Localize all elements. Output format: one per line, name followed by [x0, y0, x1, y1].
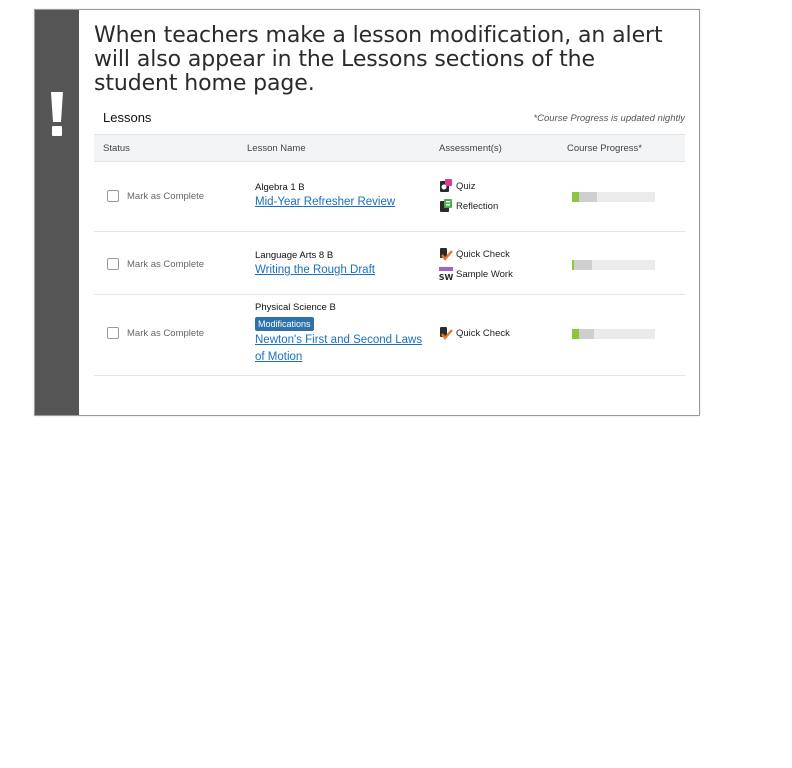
- mark-complete-label: Mark as Complete: [127, 327, 205, 339]
- course-name: Language Arts 8 B: [255, 250, 334, 261]
- progress-note: *Course Progress is updated nightly: [533, 113, 685, 124]
- assessment-label: Reflection: [456, 200, 499, 212]
- progress-in-progress: [574, 260, 592, 270]
- quick-check-icon: [440, 248, 453, 261]
- column-header-lesson-name: Lesson Name: [247, 143, 306, 154]
- alert-content: When teachers make a lesson modification…: [94, 10, 685, 376]
- mark-complete-label: Mark as Complete: [127, 190, 205, 202]
- mark-complete-control[interactable]: Mark as Complete: [107, 327, 204, 339]
- lesson-link[interactable]: Writing the Rough Draft: [255, 262, 375, 279]
- progress-in-progress: [578, 329, 595, 339]
- table-row: Mark as Complete Algebra 1 B Mid-Year Re…: [94, 162, 685, 232]
- column-header-status: Status: [103, 143, 130, 154]
- column-header-assessments: Assessment(s): [439, 143, 502, 154]
- assessment-sample-work[interactable]: SW Sample Work: [439, 264, 513, 284]
- exclamation-icon: [51, 92, 63, 136]
- table-header: Status Lesson Name Assessment(s) Course …: [94, 134, 685, 162]
- mark-complete-checkbox[interactable]: [107, 190, 119, 202]
- assessment-quiz[interactable]: Quiz: [439, 176, 498, 196]
- mark-complete-control[interactable]: Mark as Complete: [107, 190, 204, 202]
- lesson-cell: Algebra 1 B Mid-Year Refresher Review: [255, 181, 395, 211]
- progress-complete: [572, 329, 579, 339]
- course-progress-bar: [572, 260, 655, 270]
- quiz-icon: [440, 179, 452, 192]
- column-header-course-progress: Course Progress*: [567, 143, 642, 154]
- alert-card: When teachers make a lesson modification…: [34, 9, 700, 416]
- assessments-cell: Quiz Reflection: [439, 176, 498, 216]
- assessment-quick-check[interactable]: Quick Check: [439, 323, 510, 343]
- assessment-reflection[interactable]: Reflection: [439, 196, 498, 216]
- sample-work-icon: SW: [439, 267, 453, 281]
- mark-complete-control[interactable]: Mark as Complete: [107, 258, 204, 270]
- progress-complete: [572, 260, 575, 270]
- alert-sidebar: [35, 10, 79, 415]
- lessons-header: Lessons *Course Progress is updated nigh…: [94, 108, 685, 134]
- course-progress-bar: [572, 329, 655, 339]
- progress-in-progress: [578, 192, 597, 202]
- assessments-cell: Quick Check SW Sample Work: [439, 244, 513, 284]
- table-row: Mark as Complete Physical Science B Modi…: [94, 295, 685, 376]
- assessment-label: Sample Work: [456, 268, 513, 280]
- assessment-label: Quick Check: [456, 248, 510, 260]
- svg-text:SW: SW: [439, 273, 453, 281]
- course-name: Physical Science B: [255, 302, 336, 313]
- assessment-quick-check[interactable]: Quick Check: [439, 244, 513, 264]
- lessons-title: Lessons: [103, 110, 152, 125]
- lesson-cell: Language Arts 8 B Writing the Rough Draf…: [255, 249, 375, 279]
- lesson-link[interactable]: Mid-Year Refresher Review: [255, 194, 395, 211]
- mark-complete-checkbox[interactable]: [107, 327, 119, 339]
- course-progress-bar: [572, 192, 655, 202]
- table-row: Mark as Complete Language Arts 8 B Writi…: [94, 232, 685, 295]
- assessment-label: Quiz: [456, 180, 476, 192]
- mark-complete-label: Mark as Complete: [127, 258, 205, 270]
- assessments-cell: Quick Check: [439, 323, 510, 343]
- assessment-label: Quick Check: [456, 327, 510, 339]
- reflection-icon: [440, 199, 452, 212]
- lesson-link[interactable]: Newton's First and Second Laws of Motion: [255, 332, 425, 366]
- callout-text: When teachers make a lesson modification…: [94, 23, 663, 96]
- mark-complete-checkbox[interactable]: [107, 258, 119, 270]
- modifications-badge[interactable]: Modifications: [255, 317, 314, 331]
- lesson-cell: Physical Science B Modifications Newton'…: [255, 301, 425, 366]
- progress-complete: [572, 192, 579, 202]
- quick-check-icon: [440, 327, 453, 340]
- course-name: Algebra 1 B: [255, 182, 305, 193]
